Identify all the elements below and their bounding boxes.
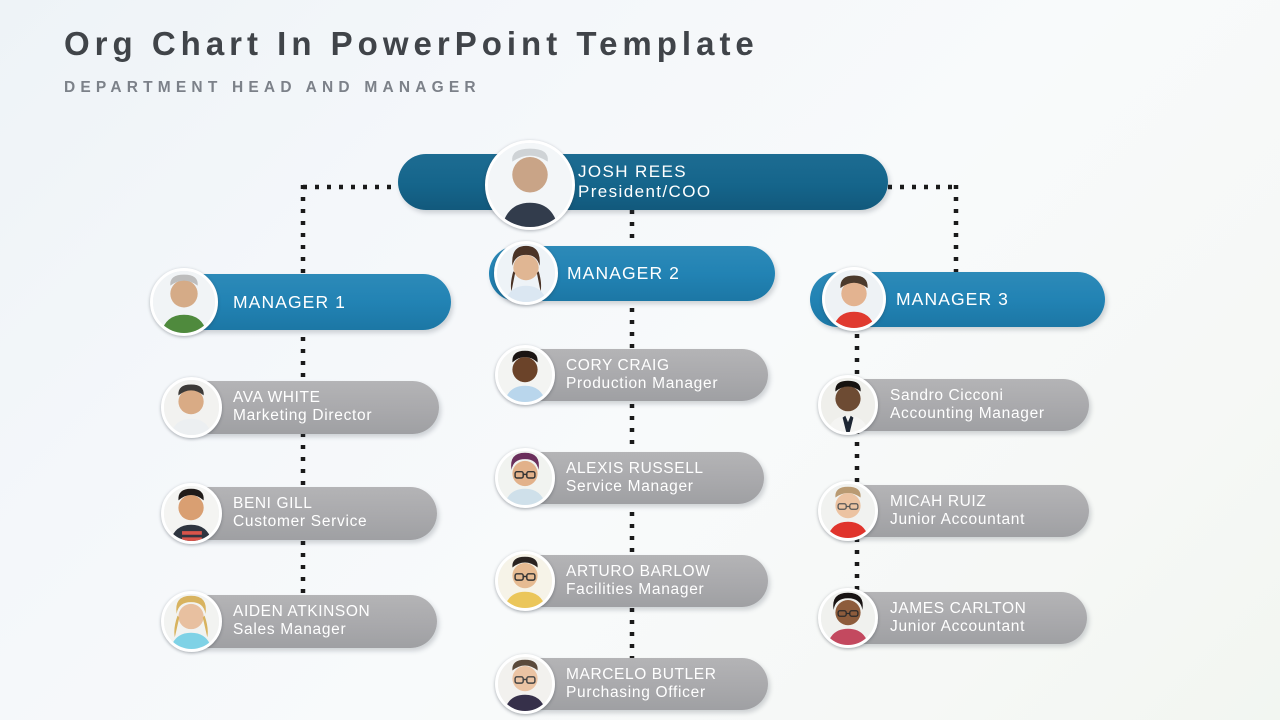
node-arturo-barlow[interactable]: ARTURO BARLOW Facilities Manager — [495, 551, 768, 611]
node-name: MANAGER 3 — [896, 289, 1009, 310]
avatar-image — [497, 244, 555, 302]
label-aiden-atkinson: AIDEN ATKINSON Sales Manager — [233, 603, 370, 640]
node-james-carlton[interactable]: JAMES CARLTON Junior Accountant — [818, 588, 1087, 648]
node-name: MANAGER 1 — [233, 291, 346, 312]
node-name: MICAH RUIZ — [890, 492, 987, 510]
node-josh-rees[interactable]: JOSH REES President/COO — [398, 140, 888, 230]
node-name: AVA WHITE — [233, 389, 321, 407]
avatar-cory-craig — [495, 345, 555, 405]
node-marcelo-butler[interactable]: MARCELO BUTLER Purchasing Officer — [495, 654, 768, 714]
node-beni-gill[interactable]: BENI GILL Customer Service — [161, 483, 437, 544]
node-sandro-cicconi[interactable]: Sandro Cicconi Accounting Manager — [818, 375, 1089, 435]
avatar-arturo-barlow — [495, 551, 555, 611]
node-manager-3[interactable]: MANAGER 3 — [810, 267, 1105, 331]
label-james-carlton: JAMES CARLTON Junior Accountant — [890, 600, 1026, 637]
node-role: Sales Manager — [233, 621, 347, 639]
node-manager-2[interactable]: MANAGER 2 — [489, 241, 775, 305]
node-role: Purchasing Officer — [566, 683, 706, 701]
avatar-image — [153, 271, 215, 333]
label-cory-craig: CORY CRAIG Production Manager — [566, 357, 718, 394]
node-name: MARCELO BUTLER — [566, 665, 717, 683]
avatar-image — [498, 348, 552, 402]
label-josh-rees: JOSH REES President/COO — [578, 162, 711, 202]
node-name: AIDEN ATKINSON — [233, 603, 371, 621]
label-beni-gill: BENI GILL Customer Service — [233, 495, 367, 532]
label-sandro-cicconi: Sandro Cicconi Accounting Manager — [890, 387, 1045, 424]
label-ava-white: AVA WHITE Marketing Director — [233, 389, 372, 426]
node-name: JOSH REES — [578, 161, 687, 181]
label-manager-1: MANAGER 1 — [233, 292, 346, 313]
org-chart-slide: Org Chart In PowerPoint Template DEPARTM… — [0, 0, 1280, 720]
avatar-james-carlton — [818, 588, 878, 648]
avatar-beni-gill — [161, 483, 222, 544]
avatar-marcelo-butler — [495, 654, 555, 714]
node-aiden-atkinson[interactable]: AIDEN ATKINSON Sales Manager — [161, 591, 437, 652]
avatar-alexis-russell — [495, 448, 555, 508]
node-role: Junior Accountant — [890, 510, 1026, 528]
avatar-josh-rees — [485, 140, 575, 230]
node-role: Customer Service — [233, 513, 368, 531]
avatar-aiden-atkinson — [161, 591, 222, 652]
node-role: Junior Accountant — [890, 617, 1026, 635]
avatar-ava-white — [161, 377, 222, 438]
avatar-manager-3 — [822, 267, 886, 331]
node-name: Sandro Cicconi — [890, 386, 1004, 404]
avatar-image — [164, 380, 219, 435]
avatar-image — [488, 143, 572, 227]
avatar-image — [821, 378, 875, 432]
node-ava-white[interactable]: AVA WHITE Marketing Director — [161, 377, 439, 438]
node-role: Accounting Manager — [890, 404, 1045, 422]
avatar-image — [164, 594, 219, 649]
node-name: JAMES CARLTON — [890, 599, 1027, 617]
node-alexis-russell[interactable]: ALEXIS RUSSELL Service Manager — [495, 448, 764, 508]
avatar-image — [498, 554, 552, 608]
avatar-image — [164, 486, 219, 541]
node-name: CORY CRAIG — [566, 356, 670, 374]
node-role: Service Manager — [566, 477, 694, 495]
node-cory-craig[interactable]: CORY CRAIG Production Manager — [495, 345, 768, 405]
node-manager-1[interactable]: MANAGER 1 — [150, 268, 451, 336]
avatar-image — [825, 270, 883, 328]
page-subtitle: DEPARTMENT HEAD AND MANAGER — [64, 79, 481, 96]
label-marcelo-butler: MARCELO BUTLER Purchasing Officer — [566, 666, 717, 703]
node-name: ARTURO BARLOW — [566, 562, 711, 580]
label-manager-3: MANAGER 3 — [896, 289, 1009, 310]
node-role: Marketing Director — [233, 407, 373, 425]
node-role: Production Manager — [566, 374, 719, 392]
node-role: President/COO — [578, 181, 712, 201]
node-name: BENI GILL — [233, 495, 313, 513]
page-title: Org Chart In PowerPoint Template — [64, 25, 759, 62]
label-alexis-russell: ALEXIS RUSSELL Service Manager — [566, 460, 704, 497]
avatar-sandro-cicconi — [818, 375, 878, 435]
title-block: Org Chart In PowerPoint Template DEPARTM… — [64, 22, 759, 101]
avatar-image — [498, 657, 552, 711]
avatar-image — [821, 591, 875, 645]
avatar-manager-1 — [150, 268, 218, 336]
node-micah-ruiz[interactable]: MICAH RUIZ Junior Accountant — [818, 481, 1089, 541]
label-arturo-barlow: ARTURO BARLOW Facilities Manager — [566, 563, 710, 600]
node-role: Facilities Manager — [566, 580, 705, 598]
avatar-image — [498, 451, 552, 505]
node-name: MANAGER 2 — [567, 263, 680, 284]
label-manager-2: MANAGER 2 — [567, 263, 680, 284]
avatar-micah-ruiz — [818, 481, 878, 541]
node-name: ALEXIS RUSSELL — [566, 459, 704, 477]
avatar-image — [821, 484, 875, 538]
avatar-manager-2 — [494, 241, 558, 305]
label-micah-ruiz: MICAH RUIZ Junior Accountant — [890, 493, 1025, 530]
